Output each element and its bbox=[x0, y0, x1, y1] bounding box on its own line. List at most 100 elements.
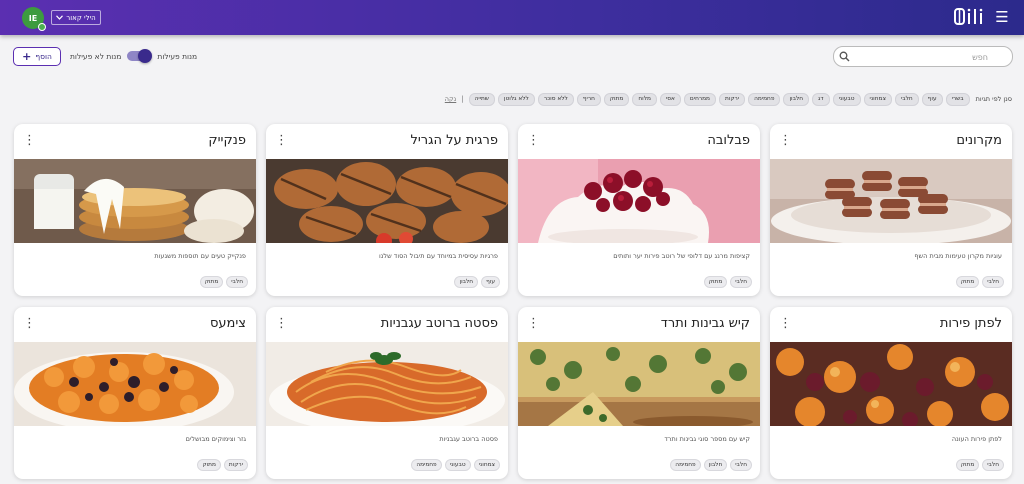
dish-tags: עוף חלבון bbox=[454, 276, 500, 288]
filter-chip[interactable]: צמחוני bbox=[863, 92, 892, 106]
dish-card[interactable]: קיש גבינות ותרד ⋮ קיש עם מספר סוגי גבינו… bbox=[518, 307, 760, 479]
add-button-label: הוסף bbox=[35, 52, 52, 61]
chevron-down-icon bbox=[56, 15, 64, 20]
online-status-dot bbox=[38, 23, 46, 31]
dish-tags: חלבי מתוק bbox=[955, 459, 1004, 471]
dish-title: מקרונים bbox=[956, 133, 1002, 148]
dish-title: פנקייק bbox=[208, 133, 246, 148]
dish-tag: מתוק bbox=[955, 276, 980, 288]
dish-tag: עוף bbox=[481, 276, 500, 288]
dish-tag: פחמימה bbox=[670, 459, 701, 471]
dish-tag: צמחוני bbox=[473, 459, 500, 471]
dish-tag: חלבי bbox=[982, 459, 1004, 471]
more-options-icon[interactable]: ⋮ bbox=[23, 317, 36, 331]
dish-tag: חלבי bbox=[226, 276, 248, 288]
filter-chip[interactable]: חריף bbox=[576, 92, 601, 106]
dish-photo bbox=[266, 342, 508, 426]
user-select-dropdown[interactable]: הילי קאור bbox=[51, 10, 101, 25]
plus-icon: + bbox=[22, 50, 32, 63]
filter-chip[interactable]: ללא סוכר bbox=[537, 92, 574, 106]
tag-filter-bar: סנן לפי תגיות בשרי עוף חלבי צמחוני טבעונ… bbox=[445, 92, 1012, 106]
dish-title: פבלובה bbox=[707, 133, 750, 148]
filter-chip[interactable]: ממרחים bbox=[683, 92, 716, 106]
dish-tag: טבעוני bbox=[444, 459, 471, 471]
dish-title: קיש גבינות ותרד bbox=[660, 316, 750, 331]
brand-logo[interactable] bbox=[954, 6, 986, 28]
hamburger-menu-icon[interactable]: ☰ bbox=[994, 9, 1010, 25]
more-options-icon[interactable]: ⋮ bbox=[527, 134, 540, 148]
dish-tag: מתוק bbox=[703, 276, 728, 288]
dish-tag: חלבון bbox=[703, 459, 728, 471]
more-options-icon[interactable]: ⋮ bbox=[527, 317, 540, 331]
filter-chip[interactable]: פחמימה bbox=[748, 92, 781, 106]
inactive-dishes-label: מנות לא פעילות bbox=[70, 51, 122, 61]
dish-card[interactable]: פסטה ברוטב עגבניות ⋮ פסטה ברוטב עגבניות … bbox=[266, 307, 508, 479]
more-options-icon[interactable]: ⋮ bbox=[23, 134, 36, 148]
dish-title: פסטה ברוטב עגבניות bbox=[380, 316, 498, 331]
more-options-icon[interactable]: ⋮ bbox=[275, 317, 288, 331]
dish-photo bbox=[770, 342, 1012, 426]
filter-chip[interactable]: חלבי bbox=[894, 92, 919, 106]
dish-description: לפתן פירות העונה bbox=[951, 435, 1002, 443]
dish-description: גזר וצימוקים מבושלים bbox=[185, 435, 246, 443]
user-select-label: הילי קאור bbox=[66, 13, 96, 22]
dish-tags: חלבי מתוק bbox=[955, 276, 1004, 288]
dish-photo bbox=[266, 159, 508, 243]
dish-tags: חלבי מתוק bbox=[703, 276, 752, 288]
dish-photo bbox=[14, 159, 256, 243]
switch-knob bbox=[138, 49, 153, 63]
filter-by-tags-label: סנן לפי תגיות bbox=[975, 95, 1012, 103]
dish-card[interactable]: צימעס ⋮ גזר וצימוקים מבושלים ירקות מתוק bbox=[14, 307, 256, 479]
dish-title: פרגית על הגריל bbox=[410, 133, 498, 148]
dish-title: לפתן פירות bbox=[939, 316, 1002, 331]
filter-chip[interactable]: מתוק bbox=[603, 92, 630, 106]
dish-description: פנקייק טעים עם תוספות משגעות bbox=[154, 252, 246, 260]
dish-tags: צמחוני טבעוני פחמימה bbox=[411, 459, 500, 471]
filter-chip[interactable]: שתייה bbox=[468, 92, 495, 106]
search-input[interactable] bbox=[858, 50, 988, 64]
search-box bbox=[833, 46, 1013, 67]
dish-card[interactable]: פבלובה ⋮ קציפות מרנג עם דלופי של רוטב פי… bbox=[518, 124, 760, 296]
dish-tag: מתוק bbox=[199, 276, 224, 288]
dish-description: עוגיות מקרון טעימות מבית השף bbox=[914, 252, 1002, 260]
dish-tag: ירקות bbox=[223, 459, 248, 471]
clear-filters-link[interactable]: נקה bbox=[445, 95, 456, 103]
dish-description: קציפות מרנג עם דלופי של רוטב פירות יער ו… bbox=[613, 252, 750, 260]
add-dish-button[interactable]: הוסף + bbox=[13, 47, 61, 66]
dish-tags: חלבי חלבון פחמימה bbox=[670, 459, 752, 471]
filter-chip[interactable]: בשרי bbox=[945, 92, 970, 106]
dish-card[interactable]: פרגית על הגריל ⋮ פרגיות עסיסית במיוחד עם… bbox=[266, 124, 508, 296]
dish-card[interactable]: מקרונים ⋮ עוגיות מקרון טעימות מבית השף ח… bbox=[770, 124, 1012, 296]
active-dishes-switch[interactable] bbox=[127, 49, 153, 63]
dish-tag: מתוק bbox=[955, 459, 980, 471]
more-options-icon[interactable]: ⋮ bbox=[779, 317, 792, 331]
filter-chip[interactable]: אסי bbox=[659, 92, 681, 106]
dish-card[interactable]: פנקייק ⋮ פנקייק טעים עם תוספות משגעות חל… bbox=[14, 124, 256, 296]
search-icon[interactable] bbox=[839, 51, 850, 62]
dish-tags: חלבי מתוק bbox=[199, 276, 248, 288]
active-dishes-label: מנות פעילות bbox=[157, 51, 198, 61]
filter-chip[interactable]: ללא גלוטן bbox=[497, 92, 535, 106]
filter-chip[interactable]: חלבון bbox=[783, 92, 810, 106]
dish-tag: חלבי bbox=[982, 276, 1004, 288]
filter-chip[interactable]: טבעוני bbox=[832, 92, 861, 106]
more-options-icon[interactable]: ⋮ bbox=[275, 134, 288, 148]
dish-tag: פחמימה bbox=[411, 459, 442, 471]
filter-chip[interactable]: ירקות bbox=[719, 92, 746, 106]
more-options-icon[interactable]: ⋮ bbox=[779, 134, 792, 148]
dish-title: צימעס bbox=[209, 316, 246, 331]
filter-chip[interactable]: דג bbox=[812, 92, 830, 106]
dish-description: קיש עם מספר סוגי גבינות ותרד bbox=[664, 435, 750, 443]
dish-tag: מתוק bbox=[197, 459, 221, 471]
dish-description: פסטה ברוטב עגבניות bbox=[439, 435, 498, 443]
dish-card[interactable]: לפתן פירות ⋮ לפתן פירות העונה חלבי מתוק bbox=[770, 307, 1012, 479]
dish-tag: חלבי bbox=[730, 459, 752, 471]
filter-chip[interactable]: מלוח bbox=[632, 92, 657, 106]
dish-photo bbox=[518, 159, 760, 243]
dish-photo bbox=[14, 342, 256, 426]
divider: | bbox=[461, 95, 464, 103]
user-avatar[interactable]: IE bbox=[22, 7, 46, 31]
filter-chip[interactable]: עוף bbox=[921, 92, 943, 106]
dish-photo bbox=[518, 342, 760, 426]
user-initials: IE bbox=[28, 13, 38, 23]
